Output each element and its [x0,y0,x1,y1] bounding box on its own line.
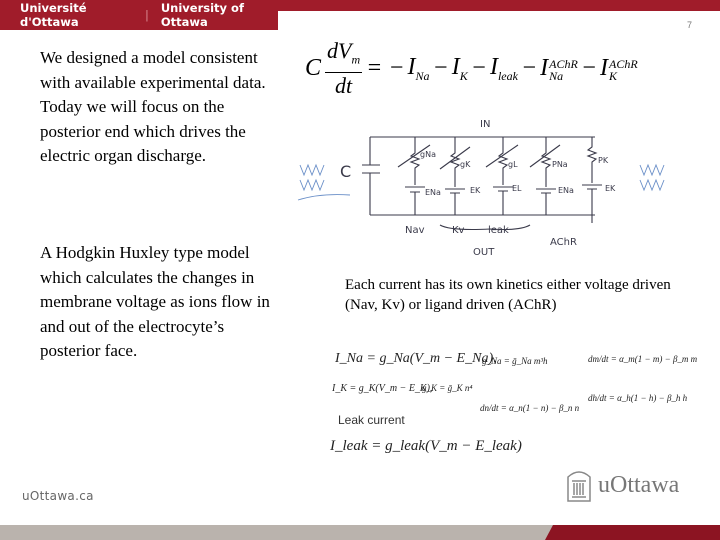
equals-sign: = − [366,55,405,82]
svg-text:EL: EL [512,184,522,193]
ina-equation: I_Na = g_Na(V_m − E_Na), [335,351,497,366]
svg-text:gL: gL [508,160,518,169]
denominator: dt [335,73,353,99]
circuit-out-label: OUT [473,247,495,258]
minus: − [432,55,449,82]
voltage-derivative: dVm dt [325,38,363,99]
membrane-channel-sketch-right [639,163,665,192]
brand-english: University of Ottawa [160,1,244,29]
term-ina-achr: I AChR Na [540,55,578,83]
circuit-in-label: IN [480,119,490,130]
circuit-branch-achr: AChR [550,237,577,248]
dn-equation: dn/dt = α_n(1 − n) − β_n n [480,403,580,413]
circuit-branch-nav: Nav [405,225,425,236]
gna-equation: g_Na = ḡ_Na m³h [482,356,548,366]
dh-equation: dh/dt = α_h(1 − h) − β_h h [588,393,688,403]
page-number: 7 [686,20,692,30]
footer-url[interactable]: uOttawa.ca [22,489,94,503]
svg-text:PK: PK [598,156,609,165]
capacitance-symbol: C [305,55,322,82]
dm-equation: dm/dt = α_m(1 − m) − β_m m [588,354,698,364]
university-building-icon [567,471,591,502]
numerator: dV [327,38,352,63]
brand-separator: | [144,8,149,22]
svg-text:EK: EK [470,186,481,195]
ileak-equation: I_leak = g_leak(V_m − E_leak) [330,438,522,454]
circuit-branch-leak: leak [488,225,509,236]
membrane-equation: C dVm dt = − INa − IK − Ileak − I AChR Na … [305,38,641,99]
gk-equation: g_K = ḡ_K n⁴ [422,383,473,393]
ik-equation: I_K = g_K(V_m − E_K), [332,383,433,394]
term-ileak: Ileak [489,53,518,83]
term-ina: INa [407,53,430,83]
minus: − [580,55,598,82]
model-description-paragraph: A Hodgkin Huxley type model which calcul… [40,243,270,360]
minus: − [470,55,487,82]
svg-text:gNa: gNa [420,150,436,159]
numerator-sub: m [351,52,361,67]
footer-bar-red [545,525,720,540]
svg-text:EK: EK [605,184,616,193]
intro-paragraph: We designed a model consistent with avai… [40,48,266,165]
svg-text:gK: gK [460,160,471,169]
minus: − [520,55,538,82]
leak-current-label: Leak current [338,413,405,427]
circuit-capacitor-label: C [340,162,351,181]
svg-text:ENa: ENa [425,188,441,197]
term-ik-achr: I AChR K [600,55,638,83]
svg-text:ENa: ENa [558,186,574,195]
svg-text:PNa: PNa [552,160,568,169]
brand-french: Université d'Ottawa [20,1,87,29]
term-ik: IK [451,53,468,83]
kinetics-caption: Each current has its own kinetics either… [345,277,671,313]
equivalent-circuit-sketch: IN OUT C Nav Kv leak AChR gNa gK gL PNa … [297,119,665,258]
uottawa-logo: uOttawa [566,467,679,503]
university-brand-header: Université d'Ottawa | University of Otta… [0,0,278,30]
logo-text: uOttawa [598,471,680,498]
circuit-branch-kv: Kv [452,225,465,236]
